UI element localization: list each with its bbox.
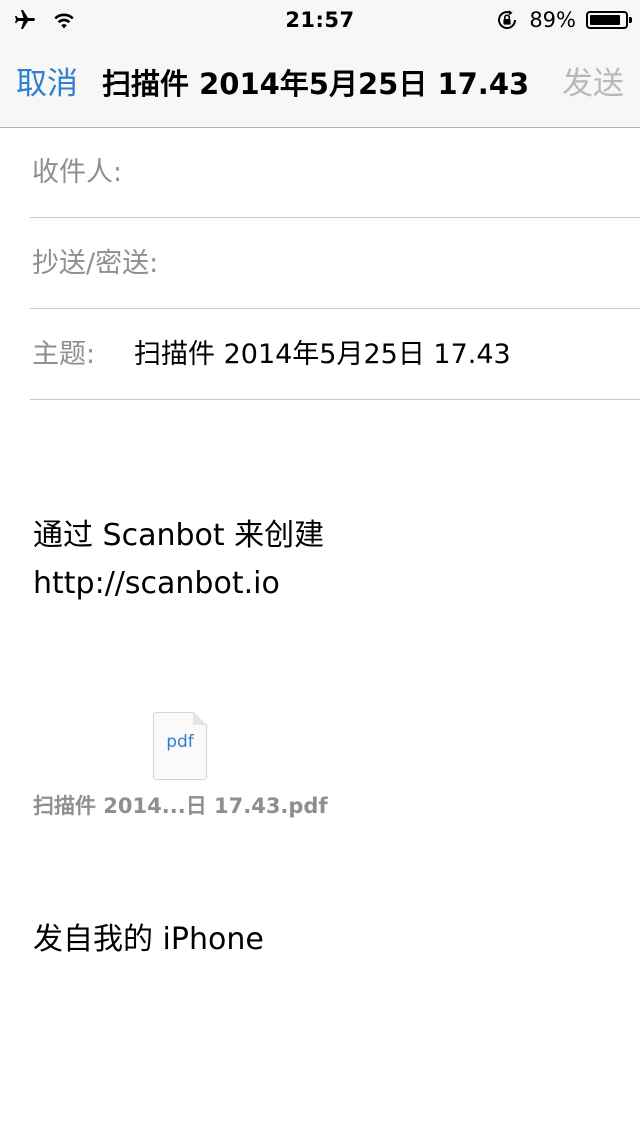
- battery-icon: [586, 11, 632, 29]
- cc-bcc-field-row[interactable]: 抄送/密送:: [30, 219, 640, 309]
- to-input[interactable]: [140, 148, 624, 200]
- subject-field-row[interactable]: 主题: 扫描件 2014年5月25日 17.43: [30, 310, 640, 400]
- body-line-link[interactable]: http://scanbot.io: [33, 560, 280, 608]
- compose-title: 扫描件 2014年5月25日 17.43: [102, 67, 530, 101]
- attachment-extension: pdf: [166, 732, 194, 752]
- battery-fill: [590, 15, 620, 25]
- battery-nub: [629, 17, 632, 23]
- subject-label: 主题:: [32, 339, 96, 370]
- compose-nav-bar: 取消 扫描件 2014年5月25日 17.43 发送: [0, 40, 640, 128]
- to-label: 收件人:: [32, 157, 123, 188]
- cc-bcc-input[interactable]: [180, 239, 624, 291]
- status-right: 89%: [495, 6, 632, 34]
- cc-bcc-label: 抄送/密送:: [32, 248, 159, 279]
- orientation-lock-icon: [498, 10, 517, 29]
- signature[interactable]: 发自我的 iPhone: [33, 916, 264, 964]
- body-line-created-with[interactable]: 通过 Scanbot 来创建: [33, 512, 324, 560]
- subject-value[interactable]: 扫描件 2014年5月25日 17.43: [134, 310, 511, 400]
- attachment-filename[interactable]: 扫描件 2014...日 17.43.pdf: [33, 788, 328, 824]
- send-button[interactable]: 发送: [562, 40, 624, 128]
- status-bar: 21:57 89%: [0, 0, 640, 40]
- to-field-row[interactable]: 收件人:: [30, 128, 640, 218]
- battery-percent: 89%: [529, 8, 576, 32]
- cancel-button[interactable]: 取消: [16, 40, 78, 128]
